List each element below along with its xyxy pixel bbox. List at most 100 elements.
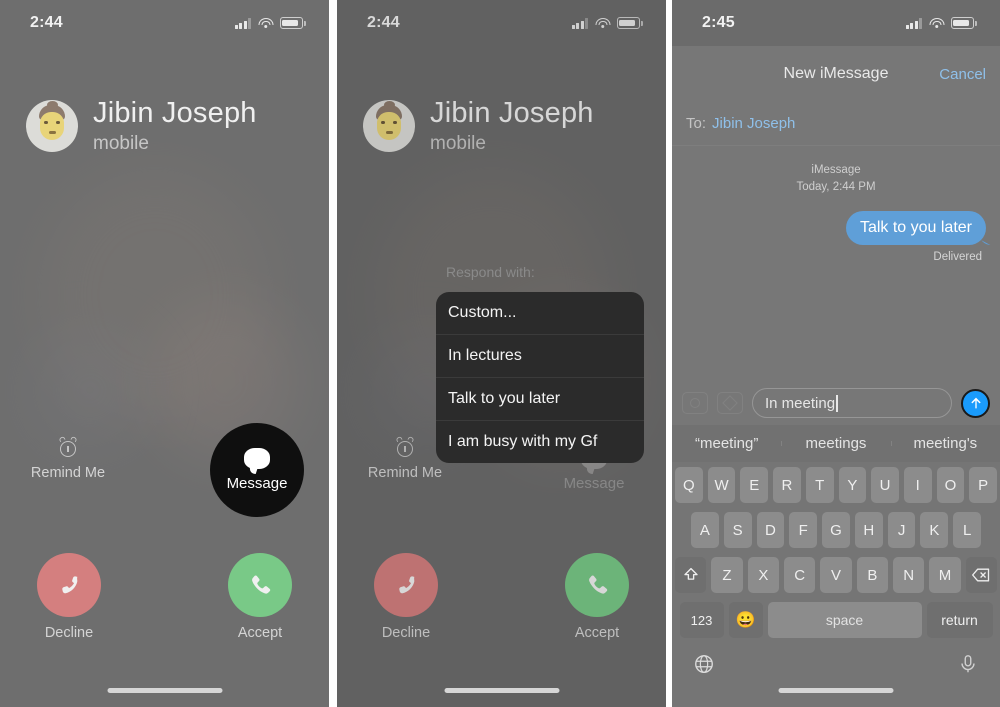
- message-row-sent: Talk to you later: [686, 211, 986, 246]
- respond-option-custom[interactable]: Custom...: [436, 292, 644, 334]
- key-o[interactable]: O: [936, 467, 965, 503]
- key-s[interactable]: S: [723, 512, 752, 548]
- status-clock: 2:44: [30, 14, 63, 31]
- return-key[interactable]: return: [926, 602, 993, 638]
- send-arrow-icon: [970, 397, 981, 409]
- message-thread: iMessage Today, 2:44 PM Talk to you late…: [672, 146, 1000, 263]
- keyboard-row-2: A S D F G H J K L: [675, 512, 997, 548]
- key-k[interactable]: K: [920, 512, 949, 548]
- suggestion-2[interactable]: meeting's: [890, 435, 1000, 452]
- key-t[interactable]: T: [805, 467, 834, 503]
- camera-icon[interactable]: [682, 392, 708, 414]
- message-input[interactable]: In meeting: [752, 388, 952, 418]
- screenshot-stage: 2:44 Jibin Joseph mobile Remind Me Messa…: [0, 0, 1000, 707]
- app-store-icon[interactable]: [717, 392, 743, 414]
- shift-key[interactable]: [675, 557, 707, 593]
- recipient-field[interactable]: To: Jibin Joseph: [672, 102, 1000, 146]
- decline-button[interactable]: Decline: [14, 553, 124, 641]
- key-u[interactable]: U: [871, 467, 899, 503]
- composer-bar: In meeting: [672, 381, 1000, 425]
- microphone-icon: [961, 655, 975, 673]
- delivery-status: Delivered: [933, 251, 982, 264]
- key-d[interactable]: D: [756, 512, 785, 548]
- respond-with-sheet: Respond with: Custom... In lectures Talk…: [436, 259, 644, 463]
- key-z[interactable]: Z: [711, 557, 743, 593]
- key-x[interactable]: X: [747, 557, 779, 593]
- key-l[interactable]: L: [953, 512, 982, 548]
- message-input-value: In meeting: [765, 394, 836, 412]
- dictation-key[interactable]: [957, 653, 979, 675]
- battery-icon: [280, 17, 306, 29]
- remind-me-label: Remind Me: [30, 465, 106, 481]
- home-indicator: [778, 688, 894, 693]
- page-title: New iMessage: [783, 65, 889, 82]
- respond-option-talk-later[interactable]: Talk to you later: [436, 377, 644, 420]
- key-e[interactable]: E: [740, 467, 769, 503]
- panel-new-imessage: 2:45 New iMessage Cancel To: Jibin Josep…: [672, 0, 1000, 707]
- respond-with-title: Respond with:: [446, 264, 535, 280]
- message-button[interactable]: Message: [210, 423, 304, 517]
- alarm-icon: [58, 435, 78, 457]
- accept-circle: [228, 553, 292, 617]
- key-n[interactable]: N: [892, 557, 925, 593]
- key-a[interactable]: A: [690, 512, 719, 548]
- send-button[interactable]: [961, 388, 990, 418]
- delete-icon: [972, 568, 990, 582]
- globe-key[interactable]: [693, 653, 715, 675]
- recipient-name[interactable]: Jibin Joseph: [712, 115, 795, 132]
- home-indicator: [444, 688, 559, 693]
- suggestion-0[interactable]: “meeting”: [672, 435, 781, 452]
- key-q[interactable]: Q: [674, 467, 703, 503]
- keyboard-row-1: Q W E R T Y U I O P: [674, 467, 998, 503]
- message-bubble-sent[interactable]: Talk to you later: [845, 211, 986, 246]
- respond-option-busy[interactable]: I am busy with my Gf: [436, 420, 644, 463]
- message-bubble-icon: [244, 448, 270, 469]
- keyboard-row-4: 123 😀 space return: [675, 602, 997, 638]
- delete-key[interactable]: [965, 557, 997, 593]
- cellular-signal-icon: [234, 17, 251, 29]
- thread-date: Today, 2:44 PM: [796, 180, 876, 193]
- key-y[interactable]: Y: [838, 467, 867, 503]
- key-h[interactable]: H: [854, 512, 883, 548]
- predictive-text-bar: “meeting” meetings meeting's: [672, 425, 1000, 462]
- emoji-key[interactable]: 😀: [728, 602, 763, 638]
- key-m[interactable]: M: [929, 557, 961, 593]
- battery-icon: [951, 17, 977, 29]
- remind-me-button[interactable]: Remind Me: [13, 435, 123, 481]
- accept-label: Accept: [237, 625, 283, 641]
- accept-button[interactable]: Accept: [205, 553, 315, 641]
- suggestion-1[interactable]: meetings: [781, 435, 890, 452]
- on-screen-keyboard: Q W E R T Y U I O P A S D F G H J K L Z …: [672, 462, 1000, 707]
- respond-with-menu: Custom... In lectures Talk to you later …: [436, 292, 644, 463]
- key-p[interactable]: P: [969, 467, 998, 503]
- message-button-label: Message: [226, 475, 288, 492]
- panel-incoming-call: 2:44 Jibin Joseph mobile Remind Me Messa…: [0, 0, 329, 707]
- status-clock: 2:45: [702, 14, 735, 31]
- key-b[interactable]: B: [856, 557, 888, 593]
- key-w[interactable]: W: [707, 467, 736, 503]
- status-bar: 2:45: [672, 0, 1000, 46]
- decline-handset-icon: [55, 571, 83, 599]
- accept-handset-icon: [246, 571, 274, 599]
- respond-option-in-lectures[interactable]: In lectures: [436, 334, 644, 377]
- key-i[interactable]: I: [903, 467, 932, 503]
- cellular-signal-icon: [905, 17, 922, 29]
- key-j[interactable]: J: [887, 512, 916, 548]
- numbers-key[interactable]: 123: [679, 602, 724, 638]
- to-label: To:: [686, 115, 707, 132]
- wifi-icon: [258, 17, 273, 29]
- wifi-icon: [929, 17, 944, 29]
- keyboard-bottom-row: [675, 647, 997, 675]
- space-key[interactable]: space: [767, 602, 922, 638]
- cancel-button[interactable]: Cancel: [939, 66, 986, 83]
- call-controls: Remind Me Message Decline Accept: [0, 407, 329, 707]
- decline-circle: [37, 553, 101, 617]
- key-r[interactable]: R: [773, 467, 801, 503]
- panel-respond-with-menu: 2:44 Jibin Joseph mobile Remind Me Messa…: [337, 0, 666, 707]
- key-c[interactable]: C: [784, 557, 816, 593]
- status-bar: 2:44: [0, 0, 329, 46]
- key-g[interactable]: G: [822, 512, 850, 548]
- key-v[interactable]: V: [820, 557, 852, 593]
- shift-icon: [683, 567, 698, 580]
- key-f[interactable]: F: [789, 512, 818, 548]
